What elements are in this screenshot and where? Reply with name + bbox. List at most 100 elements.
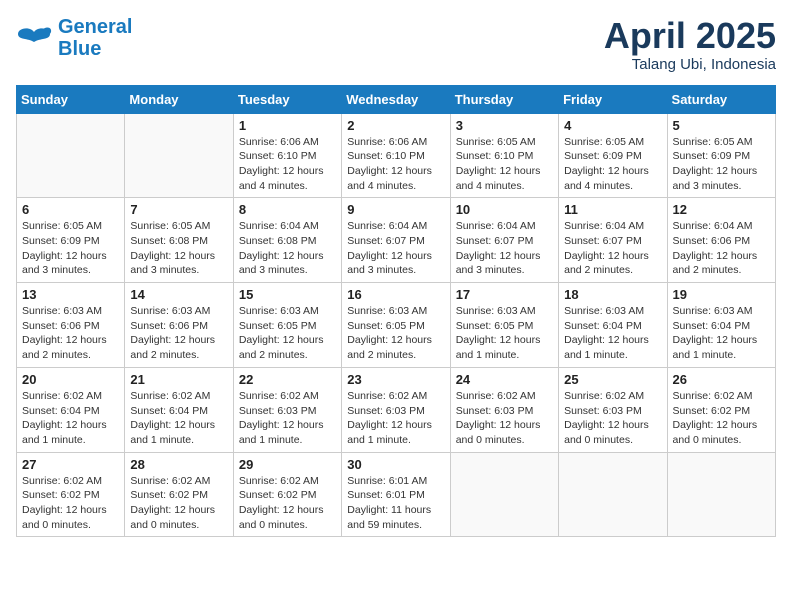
calendar-cell: 11 Sunrise: 6:04 AM Sunset: 6:07 PM Dayli…: [559, 198, 667, 283]
day-number: 19: [673, 287, 770, 302]
calendar-cell: 5 Sunrise: 6:05 AM Sunset: 6:09 PM Daylig…: [667, 113, 775, 198]
location: Talang Ubi, Indonesia: [604, 56, 776, 73]
weekday-header: Monday: [125, 85, 233, 113]
day-info: Sunrise: 6:05 AM Sunset: 6:09 PM Dayligh…: [22, 219, 119, 278]
calendar-cell: 25 Sunrise: 6:02 AM Sunset: 6:03 PM Dayli…: [559, 367, 667, 452]
day-info: Sunrise: 6:02 AM Sunset: 6:03 PM Dayligh…: [564, 389, 661, 448]
logo-text: General Blue: [58, 16, 132, 60]
month-title: April 2025: [604, 16, 776, 56]
calendar-week-row: 13 Sunrise: 6:03 AM Sunset: 6:06 PM Dayli…: [17, 283, 776, 368]
day-info: Sunrise: 6:06 AM Sunset: 6:10 PM Dayligh…: [239, 135, 336, 194]
day-info: Sunrise: 6:02 AM Sunset: 6:02 PM Dayligh…: [130, 474, 227, 533]
day-number: 20: [22, 372, 119, 387]
day-info: Sunrise: 6:05 AM Sunset: 6:09 PM Dayligh…: [564, 135, 661, 194]
day-info: Sunrise: 6:02 AM Sunset: 6:02 PM Dayligh…: [239, 474, 336, 533]
day-number: 30: [347, 457, 444, 472]
day-info: Sunrise: 6:04 AM Sunset: 6:07 PM Dayligh…: [347, 219, 444, 278]
day-info: Sunrise: 6:03 AM Sunset: 6:04 PM Dayligh…: [673, 304, 770, 363]
calendar-cell: 8Sunrise: 6:04 AM Sunset: 6:08 PM Daylig…: [233, 198, 341, 283]
day-info: Sunrise: 6:03 AM Sunset: 6:06 PM Dayligh…: [130, 304, 227, 363]
day-info: Sunrise: 6:04 AM Sunset: 6:06 PM Dayligh…: [673, 219, 770, 278]
day-number: 1: [239, 118, 336, 133]
calendar-cell: [125, 113, 233, 198]
day-number: 4: [564, 118, 661, 133]
day-number: 17: [456, 287, 553, 302]
calendar-cell: 6Sunrise: 6:05 AM Sunset: 6:09 PM Daylig…: [17, 198, 125, 283]
day-number: 15: [239, 287, 336, 302]
calendar-week-row: 1 Sunrise: 6:06 AM Sunset: 6:10 PM Daylig…: [17, 113, 776, 198]
calendar-cell: 18Sunrise: 6:03 AM Sunset: 6:04 PM Dayli…: [559, 283, 667, 368]
calendar-header-row: SundayMondayTuesdayWednesdayThursdayFrid…: [17, 85, 776, 113]
weekday-header: Thursday: [450, 85, 558, 113]
day-info: Sunrise: 6:06 AM Sunset: 6:10 PM Dayligh…: [347, 135, 444, 194]
calendar-cell: 4 Sunrise: 6:05 AM Sunset: 6:09 PM Daylig…: [559, 113, 667, 198]
calendar-cell: [667, 452, 775, 537]
day-number: 27: [22, 457, 119, 472]
calendar-cell: 3 Sunrise: 6:05 AM Sunset: 6:10 PM Daylig…: [450, 113, 558, 198]
weekday-header: Saturday: [667, 85, 775, 113]
day-info: Sunrise: 6:02 AM Sunset: 6:03 PM Dayligh…: [456, 389, 553, 448]
calendar-cell: [450, 452, 558, 537]
day-info: Sunrise: 6:05 AM Sunset: 6:10 PM Dayligh…: [456, 135, 553, 194]
day-number: 21: [130, 372, 227, 387]
day-number: 9: [347, 202, 444, 217]
calendar-cell: 26 Sunrise: 6:02 AM Sunset: 6:02 PM Dayli…: [667, 367, 775, 452]
day-info: Sunrise: 6:04 AM Sunset: 6:07 PM Dayligh…: [564, 219, 661, 278]
calendar-cell: 28Sunrise: 6:02 AM Sunset: 6:02 PM Dayli…: [125, 452, 233, 537]
calendar-cell: 16Sunrise: 6:03 AM Sunset: 6:05 PM Dayli…: [342, 283, 450, 368]
day-number: 24: [456, 372, 553, 387]
calendar-cell: 9 Sunrise: 6:04 AM Sunset: 6:07 PM Daylig…: [342, 198, 450, 283]
calendar-cell: 23 Sunrise: 6:02 AM Sunset: 6:03 PM Dayli…: [342, 367, 450, 452]
day-info: Sunrise: 6:02 AM Sunset: 6:02 PM Dayligh…: [673, 389, 770, 448]
calendar-cell: 30 Sunrise: 6:01 AM Sunset: 6:01 PM Dayli…: [342, 452, 450, 537]
weekday-header: Tuesday: [233, 85, 341, 113]
day-number: 2: [347, 118, 444, 133]
calendar-cell: 13Sunrise: 6:03 AM Sunset: 6:06 PM Dayli…: [17, 283, 125, 368]
calendar-week-row: 20 Sunrise: 6:02 AM Sunset: 6:04 PM Dayli…: [17, 367, 776, 452]
day-number: 7: [130, 202, 227, 217]
day-number: 25: [564, 372, 661, 387]
day-number: 8: [239, 202, 336, 217]
logo-bird-icon: [16, 24, 52, 52]
calendar-cell: 10Sunrise: 6:04 AM Sunset: 6:07 PM Dayli…: [450, 198, 558, 283]
day-info: Sunrise: 6:02 AM Sunset: 6:03 PM Dayligh…: [347, 389, 444, 448]
day-info: Sunrise: 6:03 AM Sunset: 6:05 PM Dayligh…: [456, 304, 553, 363]
logo-line1: General: [58, 16, 132, 38]
day-number: 14: [130, 287, 227, 302]
weekday-header: Wednesday: [342, 85, 450, 113]
calendar-cell: 14 Sunrise: 6:03 AM Sunset: 6:06 PM Dayli…: [125, 283, 233, 368]
calendar-cell: 29 Sunrise: 6:02 AM Sunset: 6:02 PM Dayli…: [233, 452, 341, 537]
day-number: 12: [673, 202, 770, 217]
day-number: 23: [347, 372, 444, 387]
day-number: 3: [456, 118, 553, 133]
calendar-week-row: 27 Sunrise: 6:02 AM Sunset: 6:02 PM Dayli…: [17, 452, 776, 537]
calendar-cell: 2 Sunrise: 6:06 AM Sunset: 6:10 PM Daylig…: [342, 113, 450, 198]
day-number: 26: [673, 372, 770, 387]
day-number: 11: [564, 202, 661, 217]
calendar-cell: 12 Sunrise: 6:04 AM Sunset: 6:06 PM Dayli…: [667, 198, 775, 283]
page-header: General Blue April 2025 Talang Ubi, Indo…: [16, 16, 776, 73]
day-number: 5: [673, 118, 770, 133]
day-number: 10: [456, 202, 553, 217]
day-info: Sunrise: 6:02 AM Sunset: 6:03 PM Dayligh…: [239, 389, 336, 448]
calendar-cell: 27Sunrise: 6:02 AM Sunset: 6:02 PM Dayli…: [17, 452, 125, 537]
calendar-cell: [559, 452, 667, 537]
day-info: Sunrise: 6:05 AM Sunset: 6:09 PM Dayligh…: [673, 135, 770, 194]
logo-line2: Blue: [58, 38, 101, 60]
calendar-cell: 1 Sunrise: 6:06 AM Sunset: 6:10 PM Daylig…: [233, 113, 341, 198]
day-info: Sunrise: 6:02 AM Sunset: 6:04 PM Dayligh…: [130, 389, 227, 448]
calendar-table: SundayMondayTuesdayWednesdayThursdayFrid…: [16, 85, 776, 538]
calendar-cell: 15 Sunrise: 6:03 AM Sunset: 6:05 PM Dayli…: [233, 283, 341, 368]
day-number: 13: [22, 287, 119, 302]
logo: General Blue: [16, 16, 132, 60]
calendar-cell: 21 Sunrise: 6:02 AM Sunset: 6:04 PM Dayli…: [125, 367, 233, 452]
day-number: 29: [239, 457, 336, 472]
calendar-cell: 24 Sunrise: 6:02 AM Sunset: 6:03 PM Dayli…: [450, 367, 558, 452]
title-area: April 2025 Talang Ubi, Indonesia: [604, 16, 776, 73]
calendar-cell: 7Sunrise: 6:05 AM Sunset: 6:08 PM Daylig…: [125, 198, 233, 283]
day-info: Sunrise: 6:01 AM Sunset: 6:01 PM Dayligh…: [347, 474, 444, 533]
day-info: Sunrise: 6:03 AM Sunset: 6:05 PM Dayligh…: [347, 304, 444, 363]
day-info: Sunrise: 6:03 AM Sunset: 6:05 PM Dayligh…: [239, 304, 336, 363]
day-number: 22: [239, 372, 336, 387]
weekday-header: Sunday: [17, 85, 125, 113]
